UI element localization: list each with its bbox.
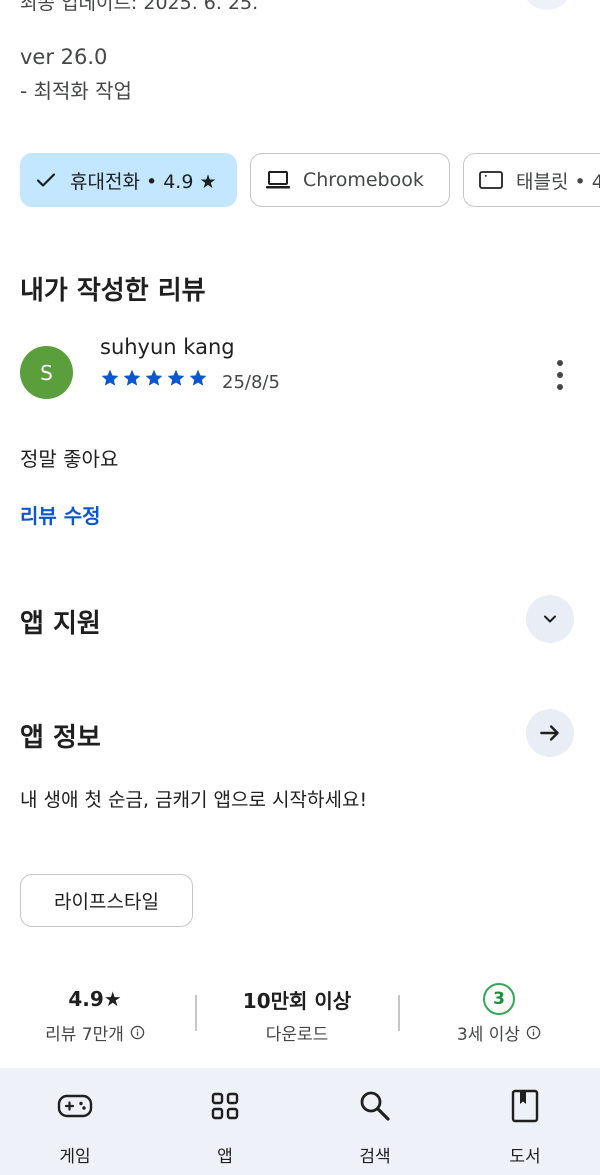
tablet-icon <box>479 171 503 189</box>
star-icon <box>167 369 185 386</box>
my-review-title: 내가 작성한 리뷰 <box>20 276 206 306</box>
rating-stat: 4.9★ 리뷰 7만개 <box>0 984 190 1045</box>
device-chip-label: 태블릿 • 4 <box>516 170 600 193</box>
stat-divider <box>398 995 400 1031</box>
nav-label: 앱 <box>217 1147 233 1167</box>
nav-item-books[interactable]: 도서 <box>450 1068 600 1175</box>
check-icon <box>36 173 56 187</box>
stat-divider <box>195 995 197 1031</box>
age-rating-label: 3세 이상 <box>456 1025 521 1045</box>
avatar: S <box>20 346 73 399</box>
arrow-right-icon <box>540 725 559 741</box>
device-chip-label: Chromebook <box>303 169 424 191</box>
app-support-title: 앱 지원 <box>20 609 101 639</box>
app-support-expand-button[interactable] <box>526 595 574 643</box>
downloads-label: 다운로드 <box>265 1025 329 1045</box>
age-rating-badge: 3 <box>483 983 515 1015</box>
review-count: 리뷰 7만개 <box>45 1025 124 1045</box>
star-icon <box>189 369 207 386</box>
changes-text: - 최적화 작업 <box>20 79 132 103</box>
review-text: 정말 좋아요 <box>20 447 119 471</box>
reviewer-name: suhyun kang <box>100 335 235 359</box>
info-icon[interactable] <box>130 1025 145 1040</box>
star-icon <box>123 369 141 386</box>
star-icon <box>145 369 163 386</box>
device-chip-label: 휴대전화 • 4.9 ★ <box>70 170 217 193</box>
rating-stars <box>100 368 208 388</box>
gamepad-icon <box>57 1094 93 1118</box>
device-chip-phone[interactable]: 휴대전화 • 4.9 ★ <box>20 153 237 207</box>
app-description: 내 생애 첫 순금, 금캐기 앱으로 시작하세요! <box>20 789 368 811</box>
device-chip-tablet[interactable]: 태블릿 • 4 <box>463 153 600 207</box>
nav-item-search[interactable]: 검색 <box>300 1068 450 1175</box>
nav-item-apps[interactable]: 앱 <box>150 1068 300 1175</box>
app-info-arrow-button[interactable] <box>526 709 574 757</box>
nav-item-games[interactable]: 게임 <box>0 1068 150 1175</box>
book-icon <box>511 1089 539 1123</box>
app-info-title: 앱 정보 <box>20 723 101 753</box>
downloads-stat: 10만회 이상 다운로드 <box>202 984 392 1046</box>
star-icon <box>101 369 119 386</box>
chevron-down-icon <box>544 615 556 623</box>
info-icon[interactable] <box>526 1025 541 1040</box>
device-chip-chromebook[interactable]: Chromebook <box>250 153 450 207</box>
category-chip[interactable]: 라이프스타일 <box>20 874 193 927</box>
apps-grid-icon <box>211 1092 239 1120</box>
version-text: ver 26.0 <box>20 45 108 69</box>
rating-value: 4.9★ <box>68 987 122 1011</box>
age-rating-stat: 3 3세 이상 <box>404 983 594 1045</box>
bottom-navigation: 게임 앱 검색 도서 <box>0 1068 600 1175</box>
laptop-icon <box>266 171 290 189</box>
nav-label: 게임 <box>59 1147 91 1167</box>
review-date: 25/8/5 <box>222 372 280 393</box>
more-options-icon[interactable] <box>545 355 575 395</box>
last-updated-text: 최종 업데이트: 2025. 6. 25. <box>20 0 259 14</box>
nav-label: 검색 <box>359 1147 391 1167</box>
nav-label: 도서 <box>509 1147 541 1167</box>
whats-new-arrow-button[interactable] <box>522 0 572 10</box>
downloads-value: 10만회 이상 <box>242 988 352 1013</box>
edit-review-link[interactable]: 리뷰 수정 <box>20 500 101 529</box>
search-icon <box>360 1091 390 1121</box>
